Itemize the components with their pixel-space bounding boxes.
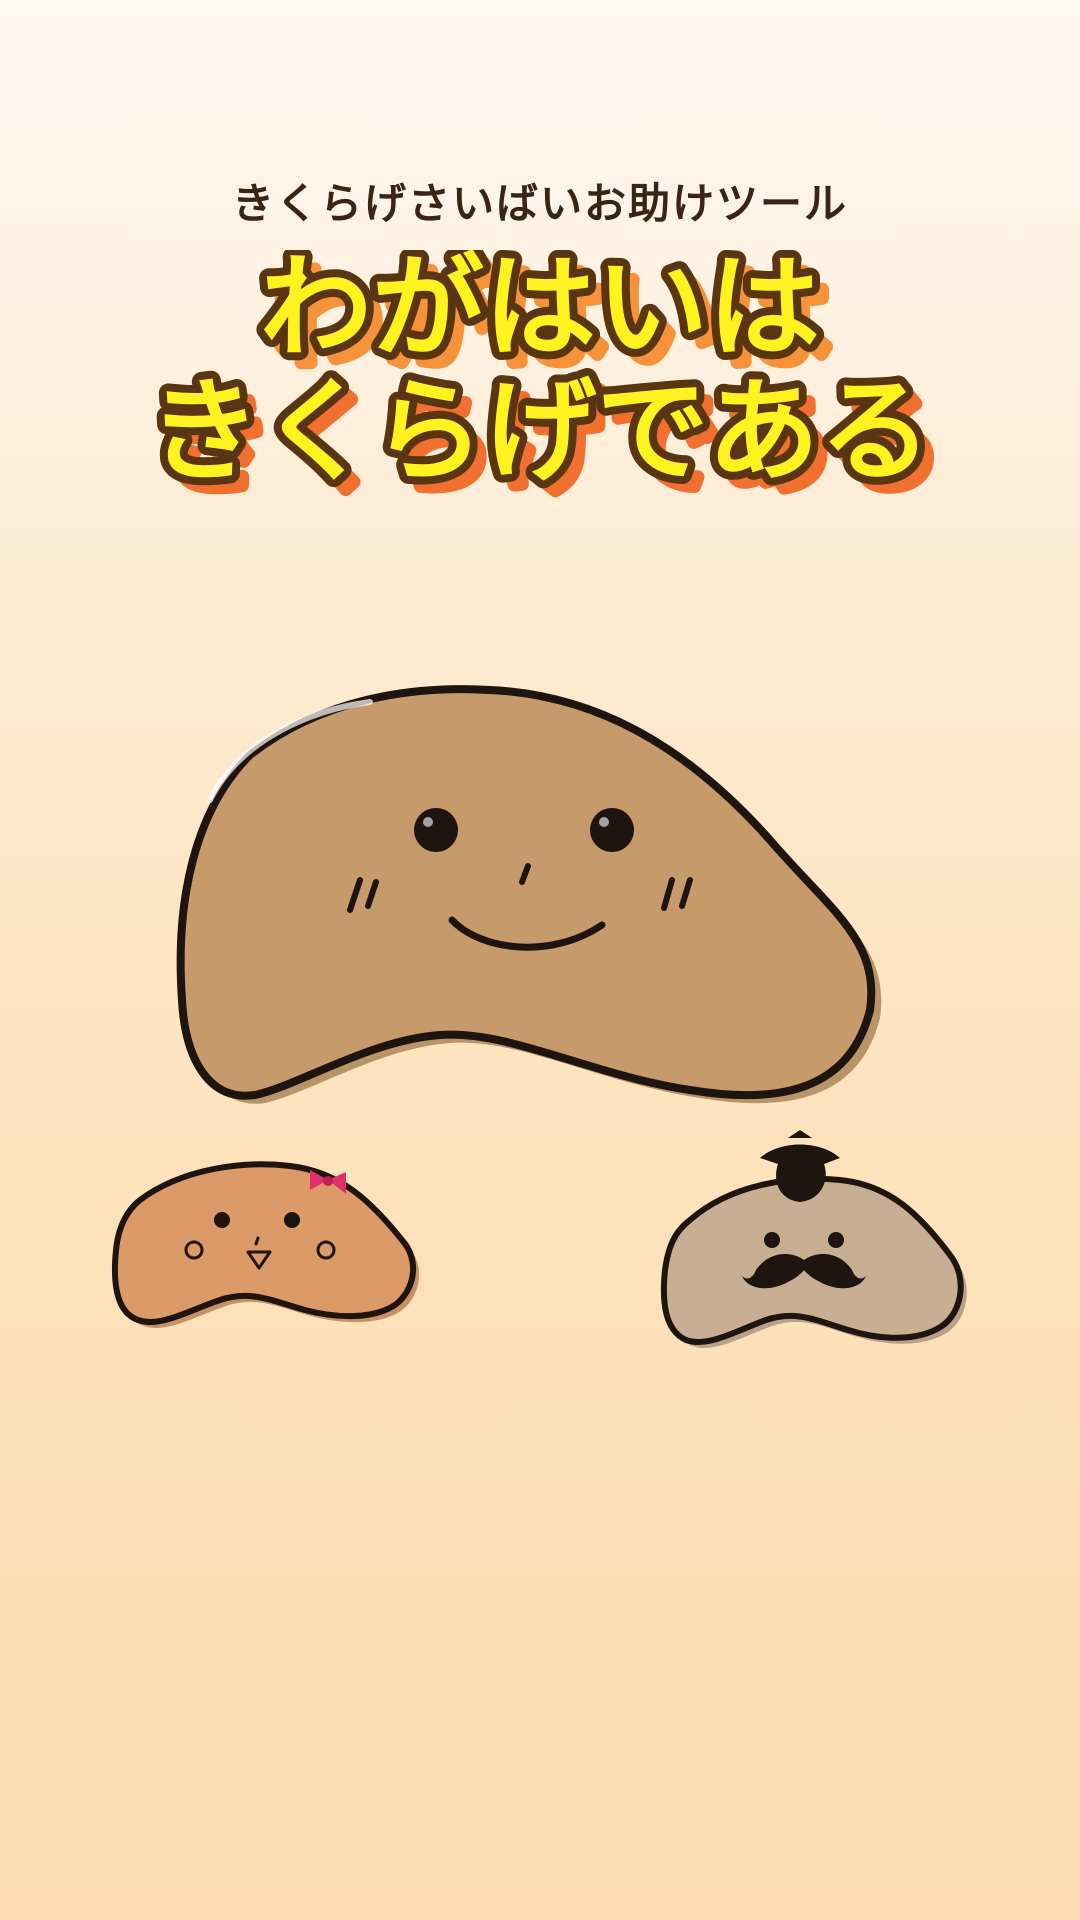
girl-nose [254, 1236, 260, 1246]
girl-right-eye [284, 1212, 300, 1228]
app-subtitle: きくらげさいばいお助けツール [231, 179, 848, 228]
girl-mascot-body [111, 1161, 417, 1325]
smiling-kikurage-mascot-icon [176, 685, 882, 1104]
kikurage-girl-with-bow-icon [111, 1161, 420, 1328]
title-line1: わがはいは [260, 250, 820, 373]
gentleman-left-eye [764, 1232, 780, 1248]
main-mascot-body [176, 685, 876, 1100]
left-eye [414, 808, 458, 852]
kikurage-gentleman-with-mustache-icon [660, 1130, 967, 1348]
app-title-logo: わがはいは わがはいは わがはいは きくらげである きくらげである きくらげであ… [141, 250, 949, 510]
girl-left-eye [214, 1212, 230, 1228]
splash-screen: きくらげさいばいお助けツール わがはいは わがはいは わがはいは きくらげである… [0, 0, 1080, 1920]
right-eye [590, 808, 634, 852]
gentleman-right-eye [828, 1232, 844, 1248]
title-line2: きくらげである [149, 367, 932, 497]
